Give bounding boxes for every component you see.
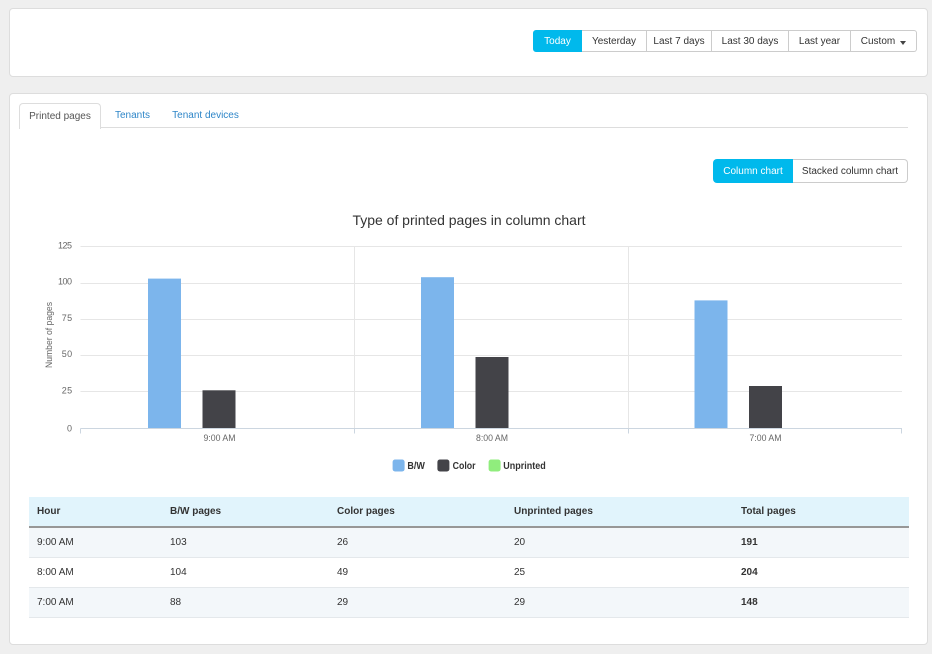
svg-text:Color: Color: [453, 461, 476, 472]
svg-text:100: 100: [58, 277, 72, 287]
svg-text:25: 25: [62, 385, 72, 395]
svg-text:Unprinted: Unprinted: [503, 461, 545, 472]
svg-text:Type of printed pages in colum: Type of printed pages in column chart: [353, 212, 586, 228]
svg-text:125: 125: [58, 240, 72, 250]
svg-text:50: 50: [62, 349, 72, 359]
svg-text:75: 75: [62, 313, 72, 323]
svg-text:0: 0: [67, 424, 72, 434]
svg-text:Number of pages: Number of pages: [44, 302, 54, 368]
svg-text:7:00 AM: 7:00 AM: [750, 433, 782, 443]
svg-text:8:00 AM: 8:00 AM: [476, 433, 508, 443]
svg-text:9:00 AM: 9:00 AM: [204, 433, 236, 443]
svg-text:B/W: B/W: [407, 461, 425, 472]
